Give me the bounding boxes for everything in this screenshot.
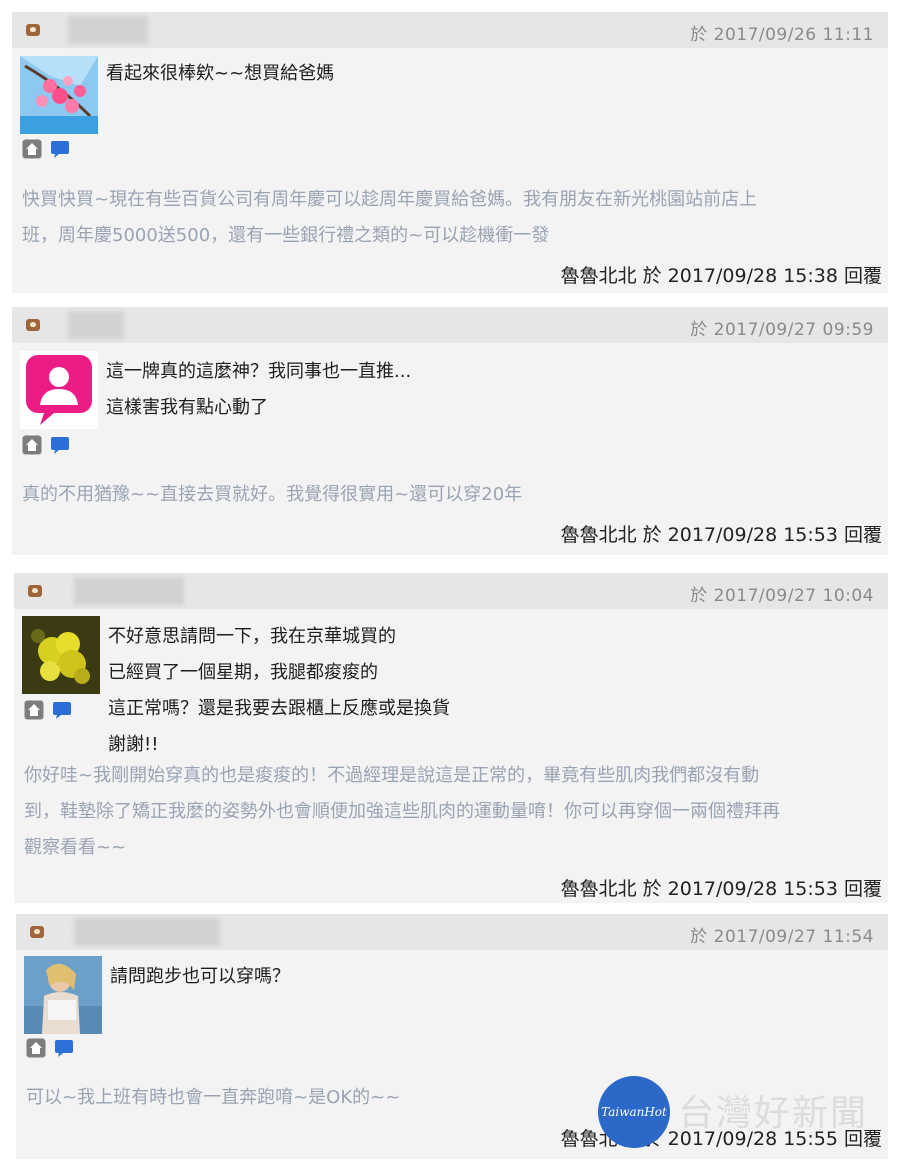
comment-date: 於 2017/09/26 11:11 [690,25,874,45]
comment-line: 這樣害我有點心動了 [106,397,268,418]
reply-signoff: 魯魯北北 於 2017/09/28 15:38 回覆 [560,265,882,287]
comment-line: 這正常嗎？還是我要去跟櫃上反應或是換貨 [108,698,450,719]
comment-bubble-icon[interactable] [54,1038,74,1058]
comment-actions [22,139,74,161]
comment-line: 看起來很棒欸~~想買給爸媽 [106,63,335,84]
comment-bubble-icon[interactable] [50,435,70,455]
home-icon[interactable] [22,435,42,455]
comment-2: 於 2017/09/27 09:59 這一牌真的這麼神？我同事也一直推... 這… [12,307,888,555]
avatar[interactable] [20,351,98,429]
comment-bubble-icon[interactable] [50,139,70,159]
reply-signoff: 魯魯北北 於 2017/09/28 15:53 回覆 [560,524,882,546]
comment-header: 於 2017/09/27 09:59 [12,307,888,343]
avatar[interactable] [24,956,102,1034]
comment-line: 已經買了一個星期，我腿都痠痠的 [108,662,378,683]
reply-text: 快買快買~現在有些百貨公司有周年慶可以趁周年慶買給爸媽。我有朋友在新光桃園站前店… [22,182,880,254]
comment-bubble-icon[interactable] [52,700,72,720]
user-badge-icon [26,24,40,36]
blurred-username [68,311,124,339]
blurred-username [74,918,220,946]
home-icon[interactable] [24,700,44,720]
watermark: TaiwanHot 台灣好新聞 [598,1072,898,1152]
comment-date: 於 2017/09/27 09:59 [690,320,874,340]
comment-actions [26,1038,78,1060]
watermark-badge: TaiwanHot [598,1076,670,1148]
user-badge-icon [28,585,42,597]
comment-line: 不好意思請問一下，我在京華城買的 [108,626,396,647]
comment-3: 於 2017/09/27 10:04 不好意思請問一下，我在京華城買的 已經買了… [14,573,888,903]
reply-text: 真的不用猶豫~~直接去買就好。我覺得很實用~還可以穿20年 [22,477,880,513]
comment-line: 請問跑步也可以穿嗎？ [110,966,290,987]
comment-actions [22,435,74,457]
reply-line: 你好哇~我剛開始穿真的也是痠痠的！不過經理是說這是正常的，畢竟有些肌肉我們都沒有… [24,765,760,786]
reply-line: 真的不用猶豫~~直接去買就好。我覺得很實用~還可以穿20年 [22,484,523,505]
comment-text: 這一牌真的這麼神？我同事也一直推... 這樣害我有點心動了 [106,354,411,426]
reply-line: 快買快買~現在有些百貨公司有周年慶可以趁周年慶買給爸媽。我有朋友在新光桃園站前店… [22,189,758,210]
comment-text: 不好意思請問一下，我在京華城買的 已經買了一個星期，我腿都痠痠的 這正常嗎？還是… [108,619,450,763]
comment-line: 這一牌真的這麼神？我同事也一直推... [106,361,412,382]
reply-signoff: 魯魯北北 於 2017/09/28 15:53 回覆 [560,878,882,900]
comment-header: 於 2017/09/27 10:04 [14,573,888,609]
watermark-text: 台灣好新聞 [678,1093,869,1134]
user-badge-icon [30,926,44,938]
comment-text: 請問跑步也可以穿嗎？ [110,959,290,995]
reply-line: 觀察看看~~ [24,837,127,858]
home-icon[interactable] [26,1038,46,1058]
avatar[interactable] [22,616,100,694]
user-badge-icon [26,319,40,331]
comment-date: 於 2017/09/27 11:54 [690,927,874,947]
reply-text: 你好哇~我剛開始穿真的也是痠痠的！不過經理是說這是正常的，畢竟有些肌肉我們都沒有… [24,758,880,866]
comment-text: 看起來很棒欸~~想買給爸媽 [106,56,334,92]
comment-header: 於 2017/09/27 11:54 [16,914,888,950]
avatar[interactable] [20,56,98,134]
comment-1: 於 2017/09/26 11:11 看起來很棒欸~~想買給爸媽 快買快買~現在… [12,12,888,293]
blurred-username [68,16,148,44]
reply-line: 班，周年慶5000送500，還有一些銀行禮之類的~可以趁機衝一發 [22,225,550,246]
blurred-username [74,577,184,605]
home-icon[interactable] [22,139,42,159]
comment-actions [24,700,76,722]
comment-header: 於 2017/09/26 11:11 [12,12,888,48]
comment-date: 於 2017/09/27 10:04 [690,586,874,606]
reply-line: 到，鞋墊除了矯正我麼的姿勢外也會順便加強這些肌肉的運動量唷！你可以再穿個一兩個禮… [24,801,780,822]
